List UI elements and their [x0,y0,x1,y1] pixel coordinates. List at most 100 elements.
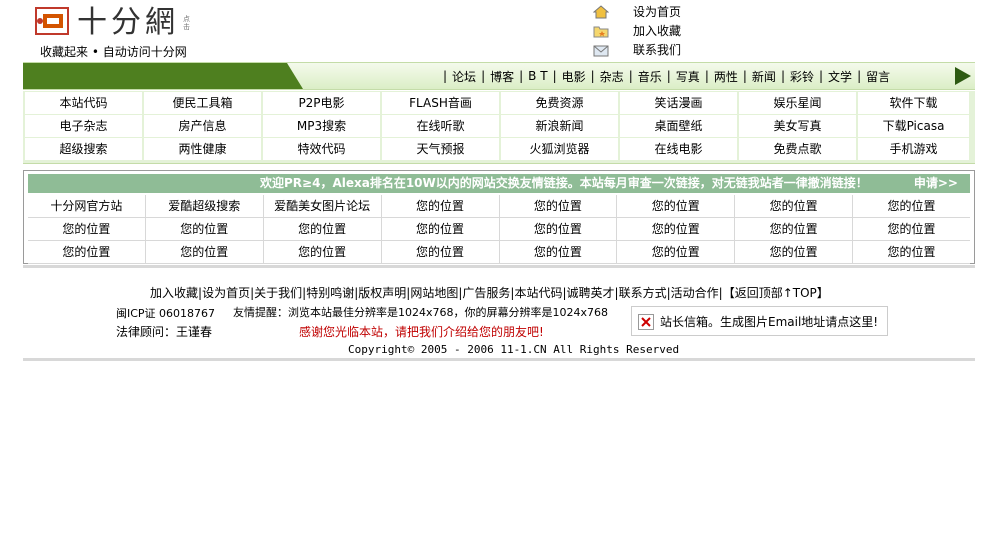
friend-link[interactable]: 您的位置 [264,218,382,240]
nav-separator: | [780,69,785,83]
category-link[interactable]: 新浪新闻 [501,115,618,137]
nav-separator: | [443,69,448,83]
category-link[interactable]: MP3搜索 [263,115,380,137]
category-link[interactable]: 软件下载 [858,92,969,114]
category-link[interactable]: 美女写真 [739,115,856,137]
category-link[interactable]: 下载Picasa [858,115,969,137]
arrow-right-icon[interactable] [955,67,971,85]
footer-link[interactable]: 关于我们 [254,286,302,300]
friend-link[interactable]: 您的位置 [500,218,618,240]
category-link[interactable]: 火狐浏览器 [501,138,618,160]
category-link[interactable]: 房产信息 [144,115,261,137]
nav-link[interactable]: B T [528,69,547,83]
friend-link[interactable]: 您的位置 [28,218,146,240]
nav-separator: | [857,69,862,83]
logo-mark-icon [35,7,69,35]
broken-image-icon [638,314,654,330]
footer-link[interactable]: 活动合作 [671,286,719,300]
category-link[interactable]: FLASH音画 [382,92,499,114]
footer-link[interactable]: 联系方式 [619,286,667,300]
category-link[interactable]: 便民工具箱 [144,92,261,114]
footer-links: 加入收藏|设为首页|关于我们|特别鸣谢|版权声明|网站地图|广告服务|本站代码|… [150,284,829,301]
friend-links-banner: 欢迎PR≥4，Alexa排名在10W以内的网站交换友情链接。本站每月审查一次链接… [28,174,970,193]
category-link[interactable]: 笑话漫画 [620,92,737,114]
icp-number: 闽ICP证 06018767 [116,307,216,320]
footer-link[interactable]: 版权声明 [358,286,406,300]
legal-advisor: 法律顾问：王谨春 [116,325,213,339]
nav-separator: | [519,69,524,83]
friend-link[interactable]: 您的位置 [382,195,500,217]
nav-link[interactable]: 文学 [828,68,852,85]
friend-link[interactable]: 您的位置 [146,218,264,240]
nav-link[interactable]: 写真 [676,68,700,85]
friend-link[interactable]: 您的位置 [853,195,970,217]
friend-link[interactable]: 爱酷超级搜索 [146,195,264,217]
footer-link[interactable]: 诚聘英才 [567,286,615,300]
tagline[interactable]: 收藏起来 • 自动访问十分网 [40,43,187,60]
friend-link[interactable]: 您的位置 [28,241,146,263]
footer-link[interactable]: 【返回顶部↑TOP】 [723,286,829,300]
footer-link[interactable]: 特别鸣谢 [306,286,354,300]
apply-link[interactable]: 申请>> [914,174,958,193]
category-link[interactable]: 电子杂志 [25,115,142,137]
nav-link[interactable]: 新闻 [752,68,776,85]
category-link[interactable]: P2P电影 [263,92,380,114]
friend-link[interactable]: 您的位置 [735,195,854,217]
friend-link[interactable]: 您的位置 [853,218,970,240]
nav-separator: | [742,69,747,83]
nav-link[interactable]: 杂志 [600,68,624,85]
category-link[interactable]: 超级搜索 [25,138,142,160]
top-links: 设为首页 加入收藏 联系我们 [593,2,681,59]
webmaster-mail-label[interactable]: 站长信箱。生成图片Email地址请点这里! [660,313,878,330]
nav-link[interactable]: 论坛 [452,68,476,85]
nav-link[interactable]: 音乐 [638,68,662,85]
friend-link[interactable]: 您的位置 [382,241,500,263]
footer-link[interactable]: 加入收藏 [150,286,198,300]
friend-link[interactable]: 您的位置 [617,241,736,263]
friend-link[interactable]: 十分网官方站 [28,195,146,217]
category-link[interactable]: 在线听歌 [382,115,499,137]
nav-green-bar [23,63,303,89]
category-link[interactable]: 特效代码 [263,138,380,160]
category-link[interactable]: 天气预报 [382,138,499,160]
friend-link[interactable]: 您的位置 [735,218,854,240]
category-link[interactable]: 本站代码 [25,92,142,114]
nav-links: | 论坛 | 博客 | B T | 电影 | 杂志 | 音乐 | 写真 | 两性 | 新闻 | 彩铃 | 文学 | 留言 [438,63,890,89]
contact-link[interactable]: 联系我们 [593,40,681,59]
category-link[interactable]: 在线电影 [620,138,737,160]
nav-link[interactable]: 电影 [562,68,586,85]
category-link[interactable]: 两性健康 [144,138,261,160]
category-row: 电子杂志 房产信息 MP3搜索 在线听歌 新浪新闻 桌面壁纸 美女写真 下载Picasa [23,115,975,137]
category-link[interactable]: 桌面壁纸 [620,115,737,137]
add-favorite-link[interactable]: 加入收藏 [593,21,681,40]
footer-link[interactable]: 网站地图 [410,286,458,300]
friend-link[interactable]: 您的位置 [617,218,736,240]
friend-link[interactable]: 您的位置 [146,241,264,263]
friend-link[interactable]: 您的位置 [500,195,618,217]
site-logo[interactable]: 十分網 点击 [35,5,195,41]
friend-link[interactable]: 您的位置 [500,241,618,263]
webmaster-mail[interactable]: 站长信箱。生成图片Email地址请点这里! [631,306,888,336]
friend-link[interactable]: 您的位置 [735,241,854,263]
friend-link[interactable]: 您的位置 [382,218,500,240]
category-link[interactable]: 免费点歌 [739,138,856,160]
copyright: Copyright© 2005 - 2006 11-1.CN All Right… [348,343,680,356]
category-link[interactable]: 手机游戏 [858,138,969,160]
friend-link[interactable]: 爱酷美女图片论坛 [264,195,382,217]
friend-link[interactable]: 您的位置 [617,195,736,217]
category-link[interactable]: 免费资源 [501,92,618,114]
set-homepage-link[interactable]: 设为首页 [593,2,681,21]
friend-link[interactable]: 您的位置 [853,241,970,263]
category-grid: 本站代码 便民工具箱 P2P电影 FLASH音画 免费资源 笑话漫画 娱乐星闻 软件下载 电子杂… [23,91,975,164]
nav-link[interactable]: 彩铃 [790,68,814,85]
nav-link[interactable]: 两性 [714,68,738,85]
friend-link[interactable]: 您的位置 [264,241,382,263]
nav-link[interactable]: 留言 [866,68,890,85]
nav-separator: | [481,69,486,83]
footer-link[interactable]: 本站代码 [514,286,562,300]
nav-link[interactable]: 博客 [490,68,514,85]
category-link[interactable]: 娱乐星闻 [739,92,856,114]
nav-separator: | [819,69,824,83]
footer-link[interactable]: 设为首页 [202,286,250,300]
footer-link[interactable]: 广告服务 [462,286,510,300]
